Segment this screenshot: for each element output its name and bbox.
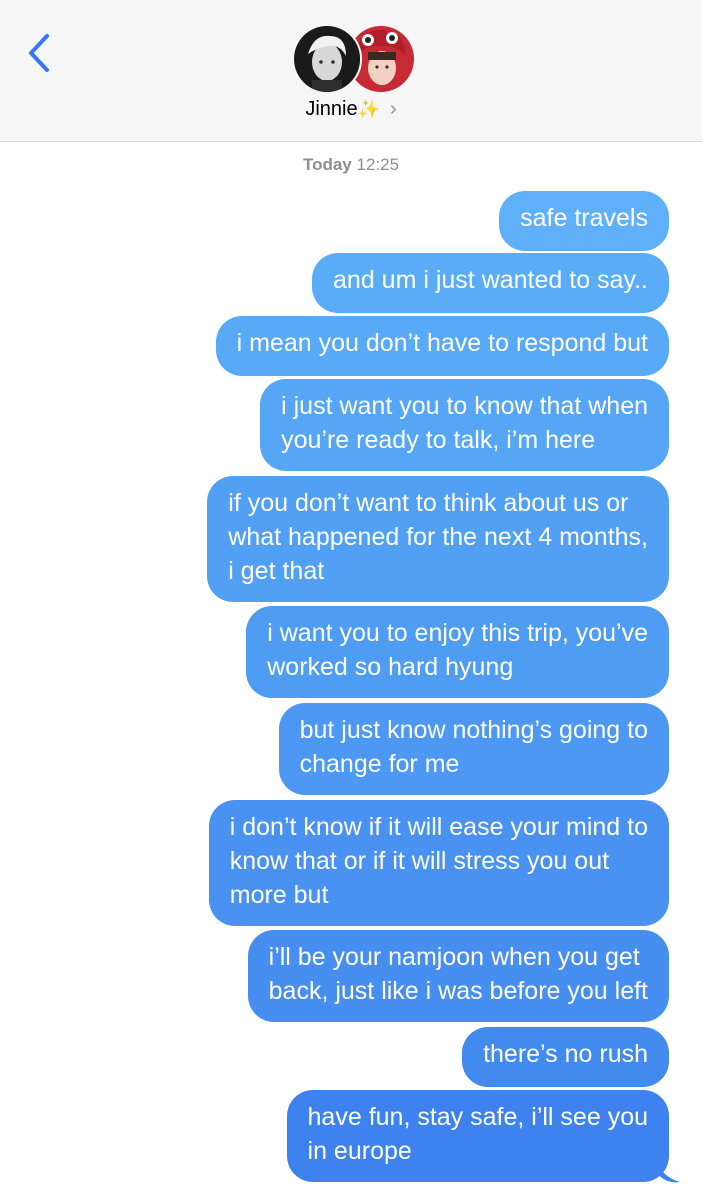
message-bubble[interactable]: i’ll be your namjoon when you get back, … — [247, 930, 669, 1022]
contact-name: Jinnie — [305, 98, 358, 120]
chevron-right-icon: › — [390, 98, 397, 120]
message-bubble[interactable]: i want you to enjoy this trip, you’ve wo… — [246, 606, 669, 698]
contact-name-button[interactable]: Jinnie✨ › — [0, 98, 702, 121]
contact-avatars[interactable] — [292, 24, 416, 94]
timestamp-time: 12:25 — [356, 155, 400, 174]
sparkles-icon: ✨ — [357, 99, 380, 119]
message-bubble[interactable]: have fun, stay safe, i’ll see you in eur… — [286, 1090, 669, 1182]
message-bubble[interactable]: safe travels — [499, 191, 669, 251]
message-bubble[interactable]: i mean you don’t have to respond but — [215, 316, 669, 376]
message-bubble[interactable]: there’s no rush — [462, 1027, 669, 1087]
chevron-left-icon — [29, 34, 49, 72]
message-bubble[interactable]: i don’t know if it will ease your mind t… — [208, 800, 669, 926]
message-bubble[interactable]: i just want you to know that when you’re… — [260, 379, 669, 471]
message-bubble[interactable]: and um i just wanted to say.. — [312, 253, 669, 313]
message-bubble[interactable]: but just know nothing’s going to change … — [278, 703, 669, 795]
bubble-tail — [658, 1160, 680, 1183]
message-timestamp: Today 12:25 — [0, 155, 702, 175]
message-bubble[interactable]: if you don’t want to think about us or w… — [207, 476, 669, 602]
back-button[interactable] — [22, 28, 62, 78]
avatar — [292, 24, 362, 94]
conversation-header: Jinnie✨ › — [0, 0, 702, 142]
timestamp-day: Today — [302, 155, 352, 174]
